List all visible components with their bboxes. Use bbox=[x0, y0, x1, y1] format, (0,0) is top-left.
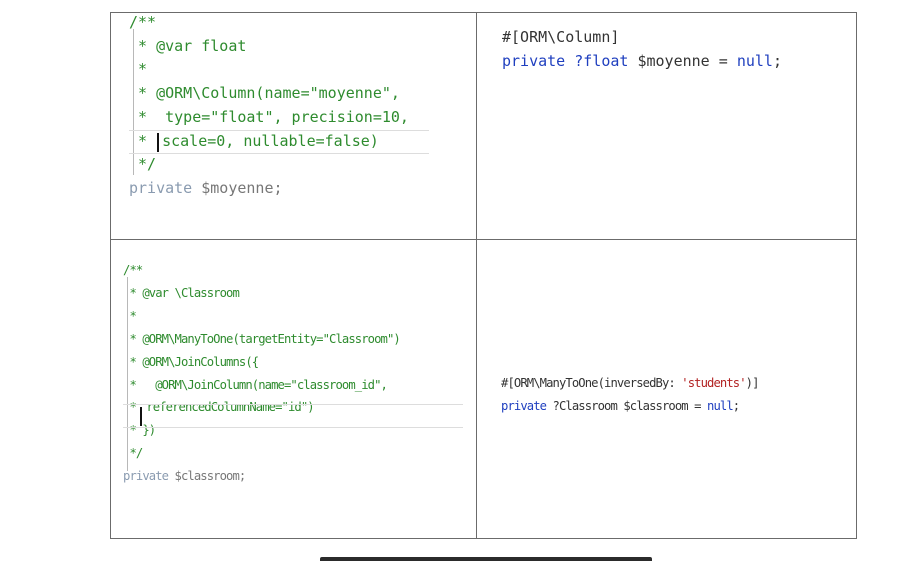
semicolon: ; bbox=[772, 51, 782, 70]
attribute-code: #[ORM\Column] private ?float $moyenne = n… bbox=[502, 26, 852, 73]
text-cursor bbox=[140, 407, 142, 426]
code-line: * referencedColumnName="id") bbox=[123, 396, 473, 419]
bottom-bar bbox=[320, 557, 652, 561]
private-keyword: private bbox=[501, 398, 547, 413]
code-line-text: referencedColumnName="id") bbox=[146, 400, 314, 415]
docblock-code: /** * @var \Classroom * * @ORM\ManyToOne… bbox=[123, 259, 473, 488]
code-line: * @var \Classroom bbox=[123, 285, 239, 300]
attribute-code: #[ORM\ManyToOne(inversedBy: 'students')]… bbox=[501, 372, 851, 418]
code-line: * scale=0, nullable=false) bbox=[129, 130, 469, 154]
current-line-highlight-bottom bbox=[123, 427, 463, 428]
attribute-open: #[ORM\ManyToOne(inversedBy: bbox=[501, 376, 682, 390]
cell-annotation-float: /** * @var float * * @ORM\Column(name="m… bbox=[129, 11, 469, 233]
property-declaration: private $classroom; bbox=[123, 465, 473, 488]
property-declaration: private ?float $moyenne = null; bbox=[502, 50, 852, 74]
private-keyword: private bbox=[502, 51, 566, 70]
code-line: * }) bbox=[123, 423, 156, 438]
private-keyword: private bbox=[129, 178, 193, 197]
property-name: $moyenne = bbox=[628, 51, 737, 70]
code-line: /** bbox=[129, 13, 157, 31]
cell-annotation-classroom: /** * @var \Classroom * * @ORM\ManyToOne… bbox=[123, 259, 473, 509]
code-line: */ bbox=[129, 155, 157, 174]
current-line-highlight-bottom bbox=[129, 153, 429, 154]
property-name: $moyenne; bbox=[192, 178, 283, 197]
code-line-text: scale=0, nullable=false) bbox=[162, 131, 379, 150]
attribute-close: )] bbox=[745, 376, 760, 390]
type-hint: ?float bbox=[565, 51, 629, 70]
property-declaration: private ?Classroom $classroom = null; bbox=[501, 395, 851, 418]
code-line: * @var float bbox=[129, 36, 247, 55]
code-line: /** bbox=[123, 263, 143, 277]
null-keyword: null bbox=[707, 398, 734, 413]
column-divider bbox=[476, 13, 477, 538]
indent-guide bbox=[127, 277, 128, 471]
cell-attribute-float: #[ORM\Column] private ?float $moyenne = n… bbox=[502, 26, 852, 226]
property-declaration: private $moyenne; bbox=[129, 177, 469, 201]
cell-attribute-classroom: #[ORM\ManyToOne(inversedBy: 'students')]… bbox=[501, 372, 851, 432]
code-line: */ bbox=[123, 446, 143, 461]
property-name: $classroom; bbox=[168, 469, 247, 484]
code-line: * @ORM\JoinColumn(name="classroom_id", bbox=[123, 377, 387, 392]
text-cursor bbox=[157, 133, 159, 152]
current-line-highlight bbox=[129, 130, 429, 131]
code-line: * type="float", precision=10, bbox=[129, 107, 409, 126]
null-keyword: null bbox=[736, 51, 773, 70]
semicolon: ; bbox=[732, 398, 740, 413]
code-line: * bbox=[129, 60, 148, 79]
current-line-highlight bbox=[123, 404, 463, 405]
comparison-table: /** * @var float * * @ORM\Column(name="m… bbox=[110, 12, 857, 539]
docblock-code: /** * @var float * * @ORM\Column(name="m… bbox=[129, 11, 469, 201]
attribute-line: #[ORM\Column] bbox=[502, 28, 620, 46]
attribute-string: 'students' bbox=[681, 376, 746, 390]
private-keyword: private bbox=[123, 469, 169, 484]
attribute-line: #[ORM\ManyToOne(inversedBy: 'students')] bbox=[501, 372, 851, 395]
type-hint: ?Classroom bbox=[546, 398, 618, 413]
code-line: * @ORM\JoinColumns({ bbox=[123, 354, 259, 369]
row-divider bbox=[111, 239, 856, 240]
code-line: * @ORM\ManyToOne(targetEntity="Classroom… bbox=[123, 331, 400, 346]
code-line: * @ORM\Column(name="moyenne", bbox=[129, 84, 400, 103]
code-line: * bbox=[123, 308, 136, 323]
property-name: $classroom = bbox=[616, 398, 707, 413]
